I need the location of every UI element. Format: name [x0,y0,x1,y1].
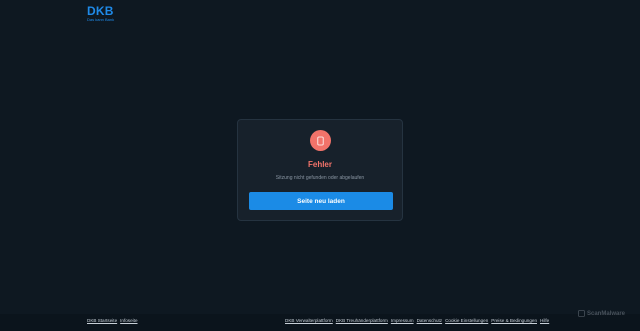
footer-right-links: DKB Verwalterplattform DKB Treuhänderpla… [285,318,549,323]
footer-link-preise-bedingungen[interactable]: Preise & Bedingungen [491,318,537,323]
error-message: Sitzung nicht gefunden oder abgelaufen [275,175,365,181]
footer-link-treuhaenderplattform[interactable]: DKB Treuhänderplattform [336,318,388,323]
error-icon [310,130,331,151]
footer-link-hilfe[interactable]: Hilfe [540,318,549,323]
footer-link-datenschutz[interactable]: Datenschutz [417,318,443,323]
watermark-logo-icon [578,310,585,317]
page: DKB Das kann Bank Fehler Sitzung nicht g… [0,0,640,331]
watermark-text: ScanMalware [587,310,626,317]
footer-left-links: DKB Startseite Infoseite [87,318,138,323]
scanmalware-watermark: ScanMalware [578,310,625,317]
footer-link-verwalterplattform[interactable]: DKB Verwalterplattform [285,318,333,323]
footer-link-impressum[interactable]: Impressum [391,318,414,323]
error-card: Fehler Sitzung nicht gefunden oder abgel… [237,119,403,221]
footer: DKB Startseite Infoseite DKB Verwalterpl… [0,314,640,331]
footer-link-dkb-startseite[interactable]: DKB Startseite [87,318,117,323]
logo-mark: DKB [87,4,114,18]
logo-tagline: Das kann Bank [87,17,115,22]
reload-page-button[interactable]: Seite neu laden [249,192,393,210]
footer-link-cookie-einstellungen[interactable]: Cookie Einstellungen [445,318,488,323]
error-title: Fehler [307,160,332,169]
footer-link-infoseite[interactable]: Infoseite [120,318,137,323]
dkb-logo[interactable]: DKB Das kann Bank [87,5,114,22]
